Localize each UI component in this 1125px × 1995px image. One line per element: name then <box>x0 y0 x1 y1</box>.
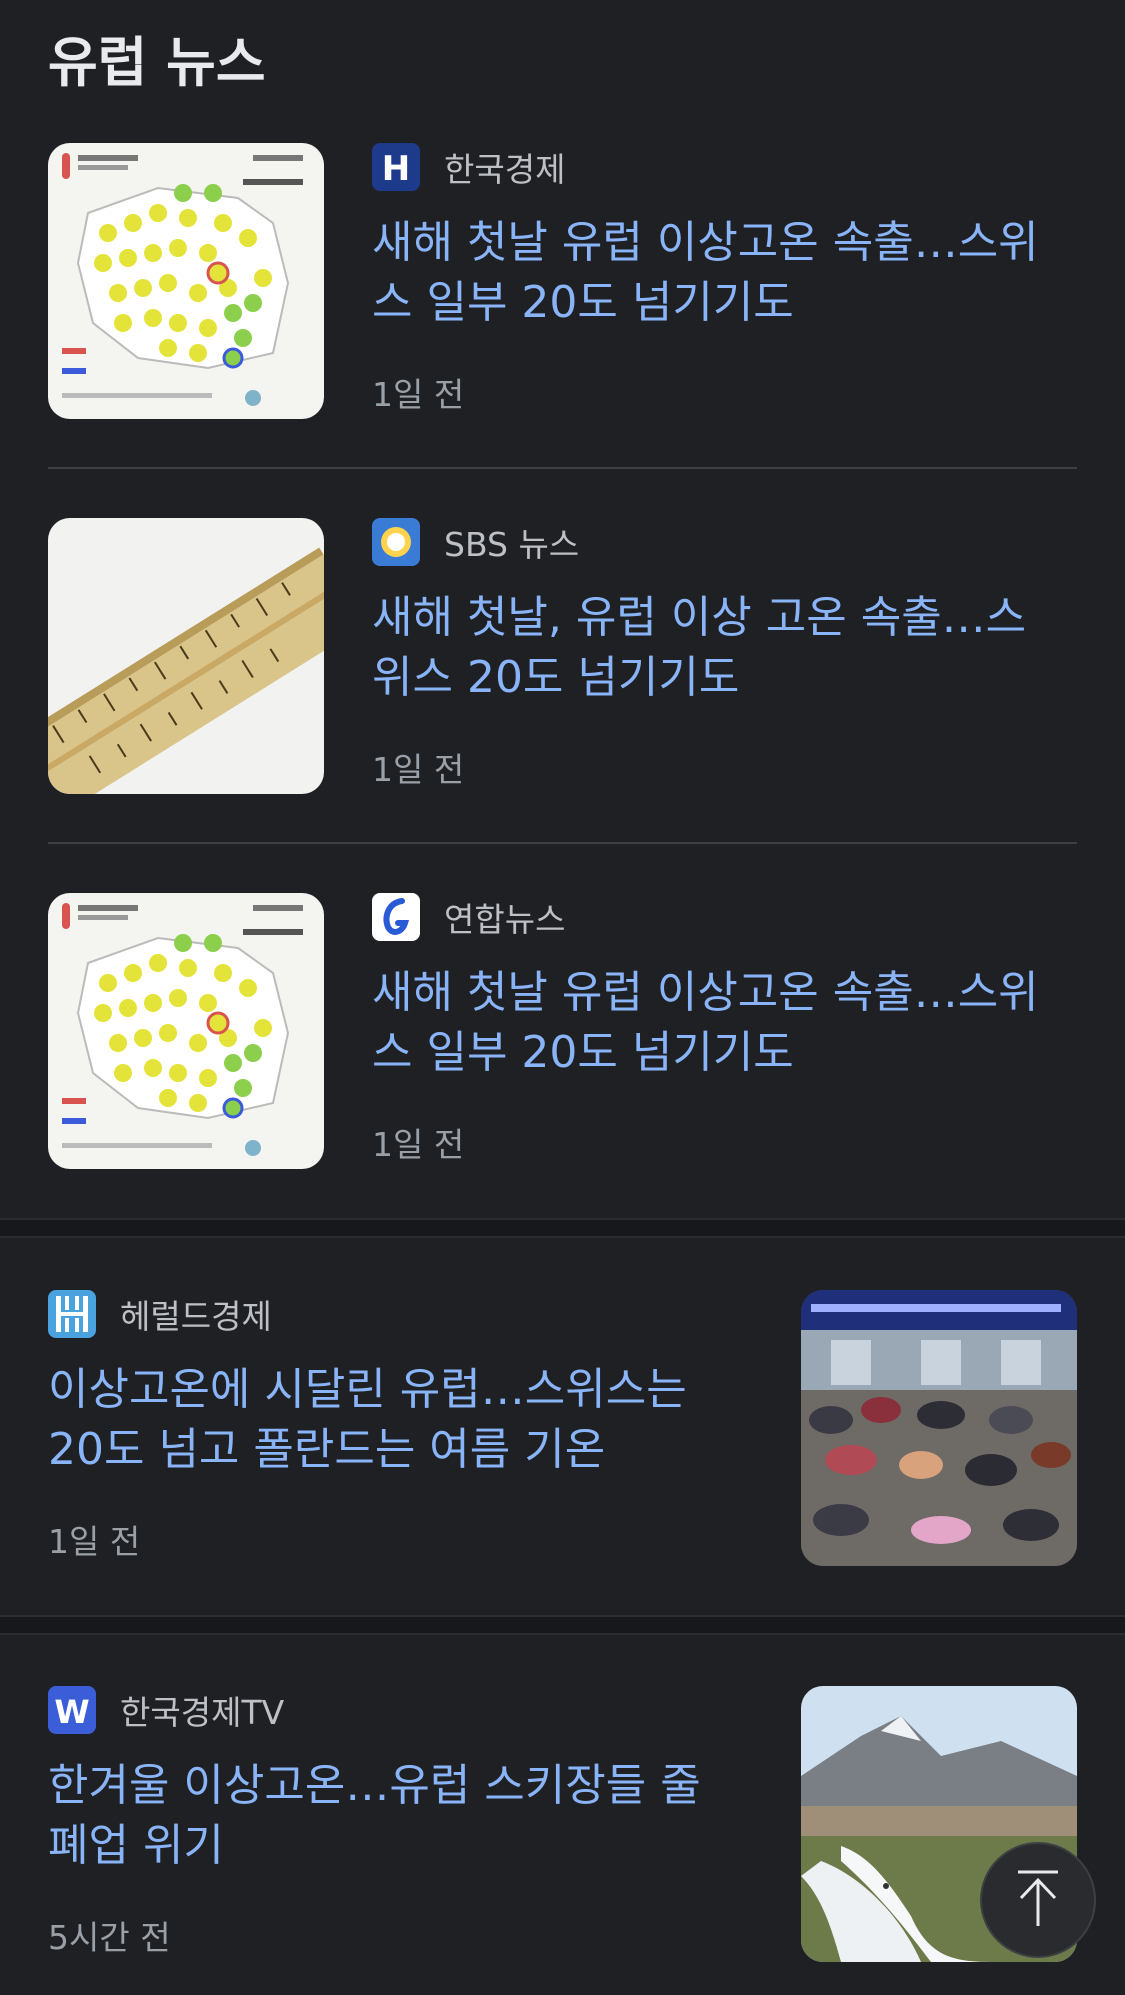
source-name: 연합뉴스 <box>444 900 566 939</box>
news-card[interactable]: H 한국경제 새해 첫날 유럽 이상고온 속출…스위 스 일부 20도 넘기기도… <box>48 143 1077 423</box>
divider <box>48 467 1077 469</box>
headline-link[interactable]: 한겨울 이상고온…유럽 스키장들 줄 폐업 위기 <box>48 1756 701 1876</box>
section-separator <box>0 1615 1125 1635</box>
crowd-outdoor-image <box>801 1290 1077 1566</box>
timestamp: 1일 전 <box>48 1522 141 1561</box>
news-card[interactable]: 헤럴드경제 이상고온에 시달린 유럽…스위스는 20도 넘고 폴란드는 여름 기… <box>48 1290 1077 1570</box>
source-name: 헤럴드경제 <box>120 1297 272 1336</box>
headline-line: 스 일부 20도 넘기기도 <box>372 1027 794 1078</box>
divider <box>48 842 1077 844</box>
source-name: 한국경제 <box>444 150 566 189</box>
headline-line: 새해 첫날, 유럽 이상 고온 속출…스 <box>372 592 1027 643</box>
headline-line: 위스 20도 넘기기도 <box>372 652 740 703</box>
headline-link[interactable]: 새해 첫날 유럽 이상고온 속출…스위 스 일부 20도 넘기기도 <box>372 213 1039 333</box>
section-separator <box>0 1218 1125 1238</box>
news-card[interactable]: W 한국경제TV 한겨울 이상고온…유럽 스키장들 줄 폐업 위기 5시간 전 <box>48 1686 1077 1966</box>
source-name: 한국경제TV <box>120 1693 285 1732</box>
source-name: SBS 뉴스 <box>444 525 580 564</box>
headline-line: 폐업 위기 <box>48 1820 224 1871</box>
wowtv-logo-icon: W <box>48 1686 96 1734</box>
svg-text:H: H <box>382 149 410 189</box>
section-title: 유럽 뉴스 <box>48 31 266 94</box>
headline-link[interactable]: 이상고온에 시달린 유럽…스위스는 20도 넘고 폴란드는 여름 기온 <box>48 1360 687 1480</box>
timestamp: 1일 전 <box>372 375 465 414</box>
news-card[interactable]: SBS 뉴스 새해 첫날, 유럽 이상 고온 속출…스 위스 20도 넘기기도 … <box>48 518 1077 798</box>
poland-temperature-map-image <box>48 143 324 419</box>
timestamp: 5시간 전 <box>48 1918 171 1957</box>
hankyung-logo-icon: H <box>372 143 420 191</box>
timestamp: 1일 전 <box>372 1125 465 1164</box>
news-card[interactable]: 연합뉴스 새해 첫날 유럽 이상고온 속출…스위 스 일부 20도 넘기기도 1… <box>48 893 1077 1173</box>
thermometer-image <box>48 518 324 794</box>
headline-line: 한겨울 이상고온…유럽 스키장들 줄 <box>48 1760 701 1811</box>
sbs-logo-icon <box>372 518 420 566</box>
timestamp: 1일 전 <box>372 750 465 789</box>
headline-line: 20도 넘고 폴란드는 여름 기온 <box>48 1424 606 1475</box>
yonhap-logo-icon <box>372 893 420 941</box>
headline-line: 새해 첫날 유럽 이상고온 속출…스위 <box>372 217 1039 268</box>
poland-temperature-map-image <box>48 893 324 1169</box>
headline-line: 새해 첫날 유럽 이상고온 속출…스위 <box>372 967 1039 1018</box>
scroll-to-top-button[interactable] <box>980 1842 1096 1958</box>
herald-logo-icon <box>48 1290 96 1338</box>
svg-text:W: W <box>54 1693 89 1731</box>
headline-line: 이상고온에 시달린 유럽…스위스는 <box>48 1364 687 1415</box>
headline-link[interactable]: 새해 첫날 유럽 이상고온 속출…스위 스 일부 20도 넘기기도 <box>372 963 1039 1083</box>
headline-line: 스 일부 20도 넘기기도 <box>372 277 794 328</box>
arrow-up-to-top-icon <box>1013 1868 1063 1932</box>
headline-link[interactable]: 새해 첫날, 유럽 이상 고온 속출…스 위스 20도 넘기기도 <box>372 588 1026 708</box>
